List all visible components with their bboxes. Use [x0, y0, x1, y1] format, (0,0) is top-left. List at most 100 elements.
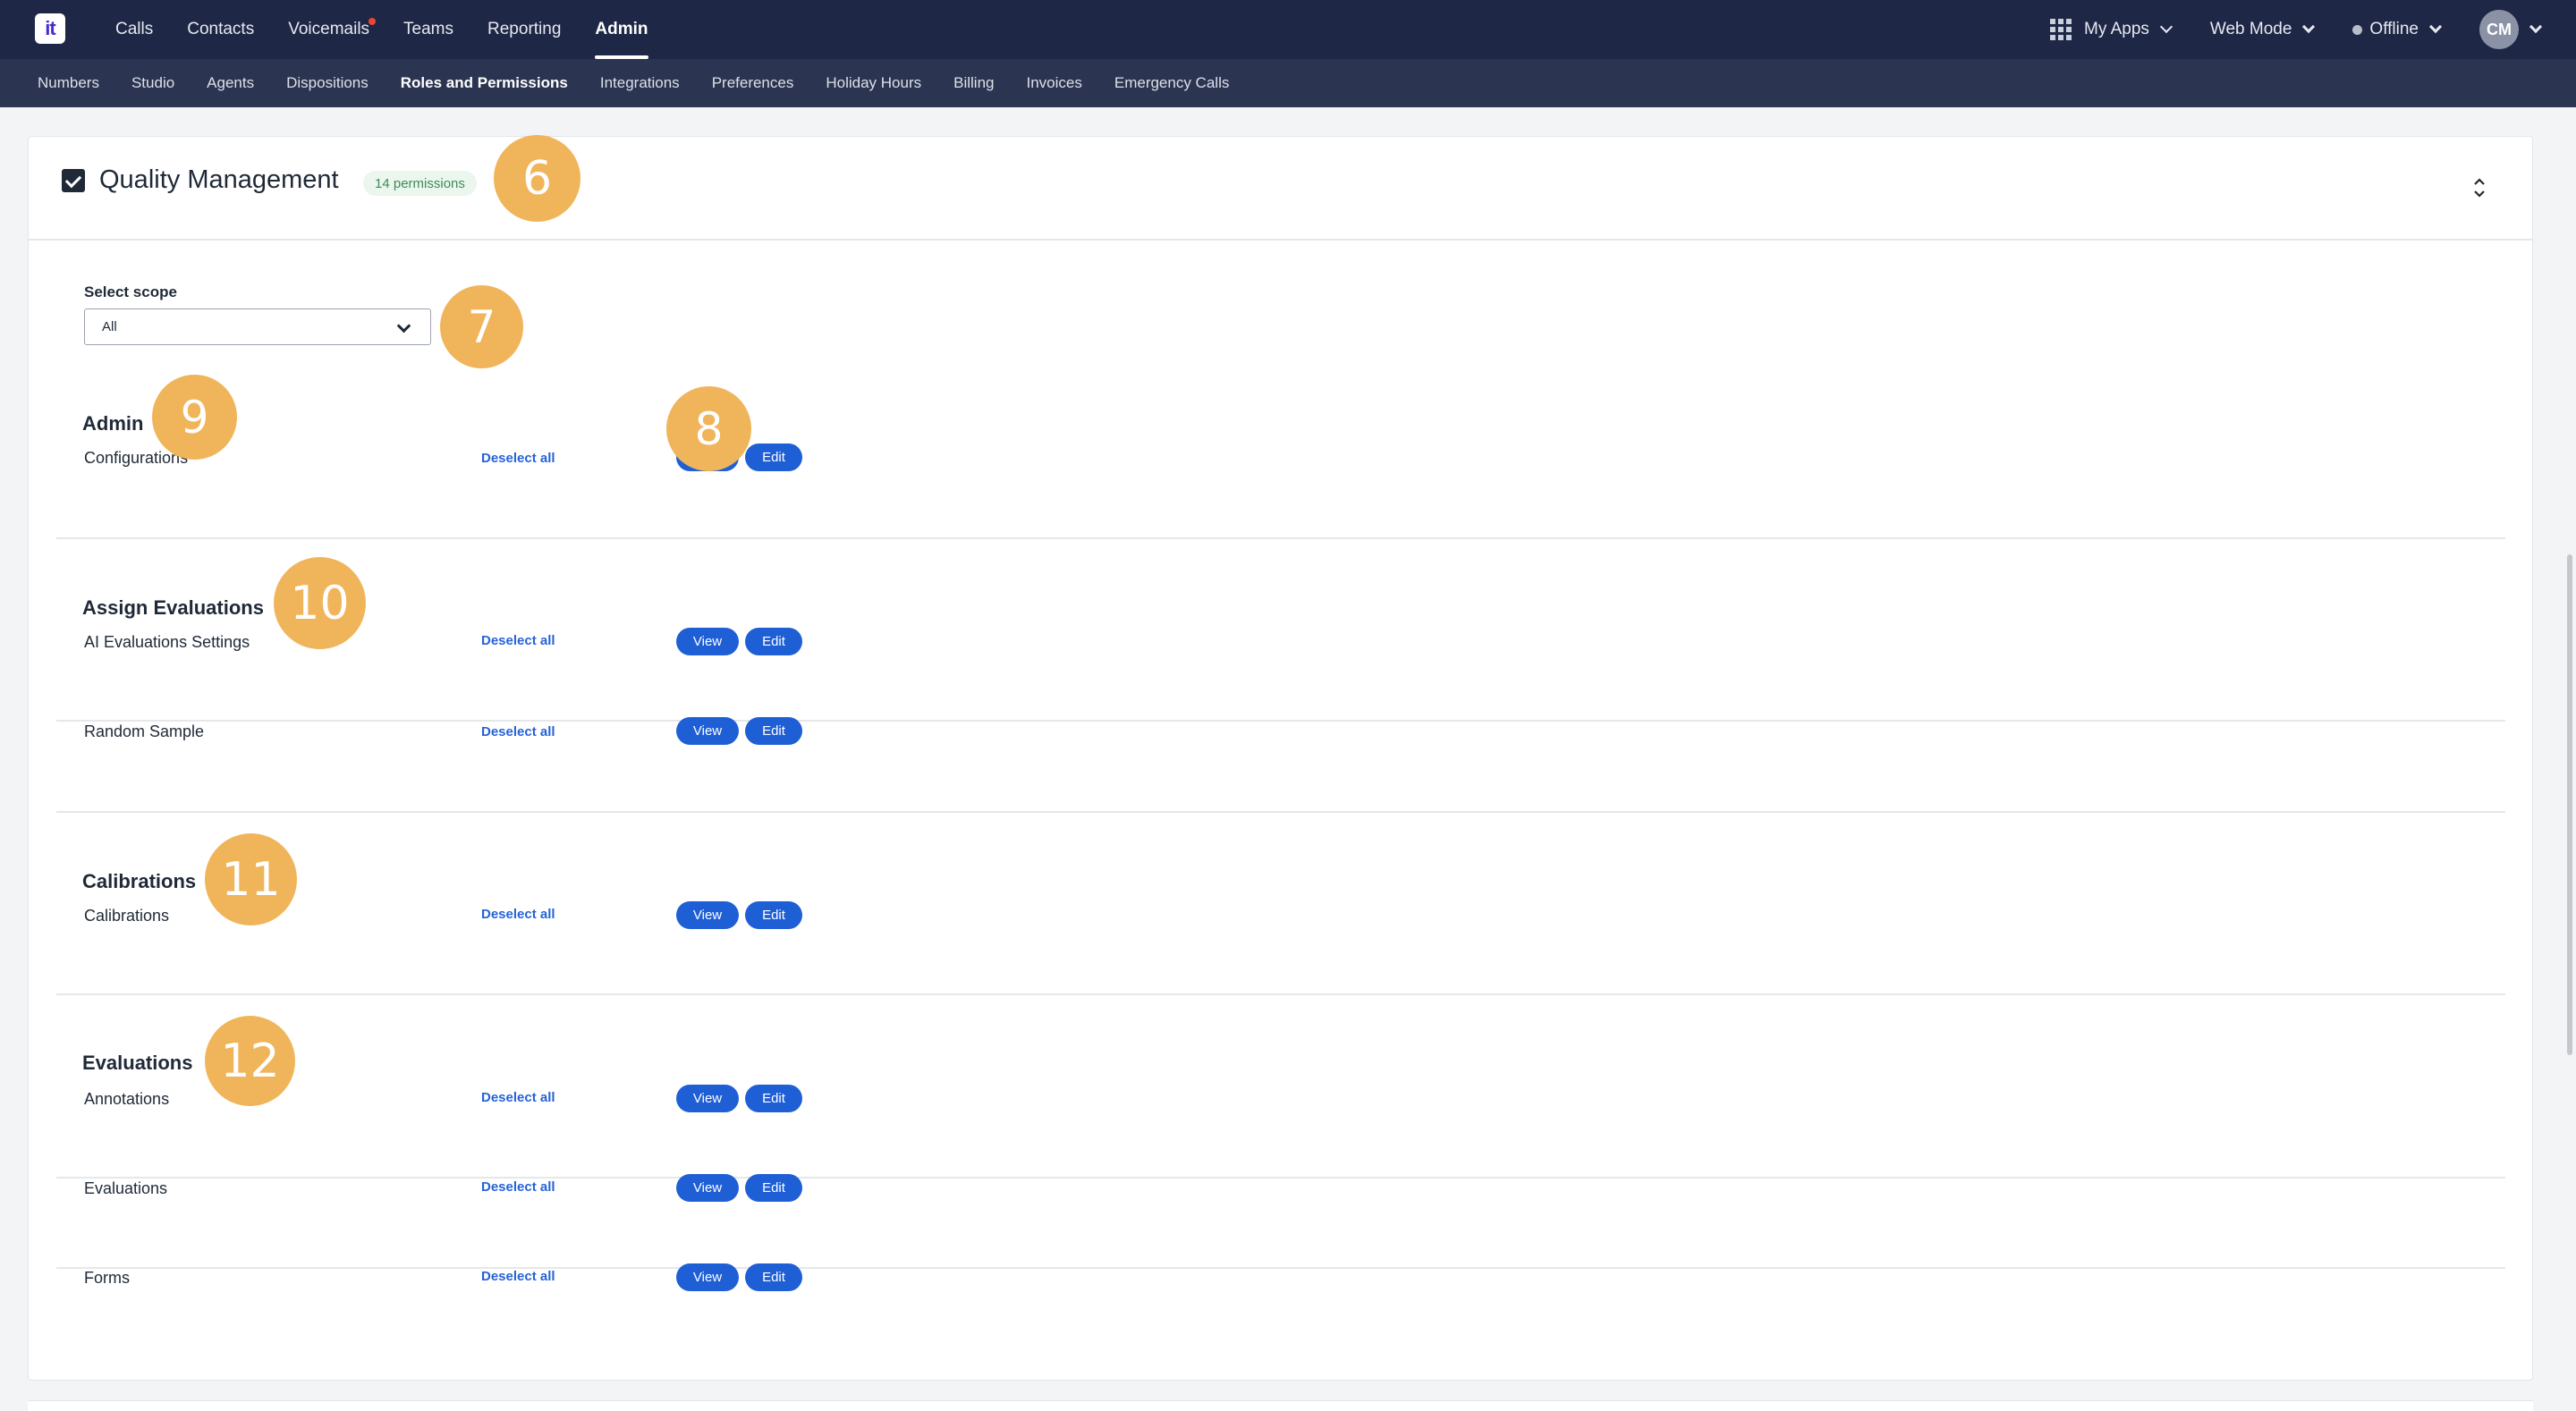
deselect-all-link[interactable]: Deselect all	[481, 633, 555, 648]
chevron-down-icon	[2428, 20, 2443, 34]
subnav-invoices[interactable]: Invoices	[1010, 74, 1097, 92]
admin-sub-nav: Numbers Studio Agents Dispositions Roles…	[0, 59, 2576, 107]
subnav-agents[interactable]: Agents	[191, 74, 270, 92]
callout-marker-9: 9	[152, 375, 237, 460]
nav-label: Admin	[595, 20, 648, 38]
card-title: Quality Management	[99, 165, 339, 194]
deselect-all-link[interactable]: Deselect all	[481, 907, 555, 922]
permission-label: Forms	[84, 1269, 130, 1287]
nav-teams[interactable]: Teams	[386, 0, 470, 59]
callout-marker-10: 10	[274, 557, 366, 649]
nav-voicemails[interactable]: Voicemails	[271, 0, 386, 59]
collapse-icon[interactable]	[2469, 174, 2490, 201]
edit-toggle-button[interactable]: Edit	[745, 1174, 802, 1202]
divider	[56, 993, 2505, 995]
deselect-all-link[interactable]: Deselect all	[481, 1090, 555, 1105]
edit-toggle-button[interactable]: Edit	[745, 717, 802, 745]
right-nav: My Apps Web Mode Offline CM	[2011, 0, 2543, 59]
web-mode-menu[interactable]: Web Mode	[2209, 20, 2316, 39]
section-title-assign-evaluations: Assign Evaluations	[82, 596, 264, 619]
permission-label: AI Evaluations Settings	[84, 633, 250, 651]
section-title-admin: Admin	[82, 412, 144, 435]
permission-row: Forms Deselect all View Edit	[56, 1263, 2505, 1358]
view-toggle-button[interactable]: View	[676, 628, 739, 655]
permission-row: Calibrations Deselect all View Edit	[56, 901, 2505, 996]
permission-label: Annotations	[84, 1090, 170, 1108]
divider	[56, 537, 2505, 539]
permission-row: Evaluations Deselect all View Edit	[56, 1174, 2505, 1269]
callout-marker-8: 8	[666, 386, 751, 471]
subnav-preferences[interactable]: Preferences	[696, 74, 810, 92]
nav-label: Voicemails	[288, 20, 370, 38]
status-menu[interactable]: Offline	[2352, 20, 2443, 39]
my-apps-menu[interactable]: My Apps	[2050, 19, 2173, 40]
nav-label: Contacts	[187, 20, 255, 38]
status-label: Offline	[2369, 20, 2419, 38]
nav-admin[interactable]: Admin	[578, 0, 665, 59]
deselect-all-link[interactable]: Deselect all	[481, 1269, 555, 1284]
chevron-down-icon	[396, 318, 411, 334]
divider	[56, 1177, 2505, 1179]
edit-toggle-button[interactable]: Edit	[745, 444, 802, 471]
subnav-emergency-calls[interactable]: Emergency Calls	[1098, 74, 1246, 92]
subnav-dispositions[interactable]: Dispositions	[270, 74, 385, 92]
subnav-roles-and-permissions[interactable]: Roles and Permissions	[385, 74, 584, 92]
subnav-holiday-hours[interactable]: Holiday Hours	[809, 74, 937, 92]
scope-select[interactable]: All	[84, 308, 431, 345]
view-toggle-button[interactable]: View	[676, 901, 739, 929]
subnav-studio[interactable]: Studio	[115, 74, 191, 92]
subnav-billing[interactable]: Billing	[937, 74, 1010, 92]
web-mode-label: Web Mode	[2209, 20, 2292, 38]
checkbox-checked-icon[interactable]	[62, 169, 85, 192]
edit-toggle-button[interactable]: Edit	[745, 628, 802, 655]
nav-contacts[interactable]: Contacts	[170, 0, 271, 59]
quality-management-card: Quality Management 14 permissions Select…	[28, 136, 2533, 1381]
view-toggle-button[interactable]: View	[676, 1174, 739, 1202]
callout-marker-7: 7	[440, 285, 523, 368]
callout-marker-11: 11	[205, 833, 297, 925]
user-menu[interactable]: CM	[2479, 10, 2543, 49]
section-title-calibrations: Calibrations	[82, 870, 197, 892]
status-dot-icon	[2352, 24, 2363, 35]
next-card-edge	[28, 1400, 2533, 1411]
main-nav: Calls Contacts Voicemails Teams Reportin…	[98, 0, 665, 59]
page-scrollbar[interactable]	[2563, 107, 2576, 1411]
edit-toggle-button[interactable]: Edit	[745, 1263, 802, 1291]
permission-row: Configurations Deselect all View Edit	[56, 444, 2505, 538]
edit-toggle-button[interactable]: Edit	[745, 901, 802, 929]
notification-dot	[369, 18, 377, 25]
nav-reporting[interactable]: Reporting	[470, 0, 578, 59]
scope-label: Select scope	[84, 283, 177, 300]
nav-label: Reporting	[487, 20, 562, 38]
nav-calls[interactable]: Calls	[98, 0, 170, 59]
view-toggle-button[interactable]: View	[676, 717, 739, 745]
top-navigation-bar: it Calls Contacts Voicemails Teams Repor…	[0, 0, 2576, 59]
chevron-down-icon	[2159, 20, 2173, 34]
deselect-all-link[interactable]: Deselect all	[481, 724, 555, 739]
logo-text: it	[45, 17, 55, 39]
avatar: CM	[2479, 10, 2519, 49]
permission-label: Calibrations	[84, 907, 170, 925]
chevron-down-icon	[2529, 20, 2543, 34]
permission-row: Annotations Deselect all View Edit	[56, 1085, 2505, 1179]
view-toggle-button[interactable]: View	[676, 1263, 739, 1291]
permissions-count-badge: 14 permissions	[363, 171, 477, 196]
subnav-integrations[interactable]: Integrations	[584, 74, 696, 92]
my-apps-label: My Apps	[2084, 20, 2149, 38]
subnav-numbers[interactable]: Numbers	[21, 74, 115, 92]
divider	[56, 811, 2505, 813]
card-header: Quality Management 14 permissions	[29, 137, 2532, 241]
deselect-all-link[interactable]: Deselect all	[481, 1179, 555, 1195]
app-logo[interactable]: it	[35, 13, 65, 44]
deselect-all-link[interactable]: Deselect all	[481, 451, 555, 466]
permission-row: Random Sample Deselect all View Edit	[56, 717, 2505, 812]
callout-marker-6: 6	[494, 135, 580, 222]
permission-label: Random Sample	[84, 722, 205, 740]
chevron-down-icon	[2302, 20, 2316, 34]
view-toggle-button[interactable]: View	[676, 1085, 739, 1112]
edit-toggle-button[interactable]: Edit	[745, 1085, 802, 1112]
divider	[56, 720, 2505, 722]
nav-label: Teams	[403, 20, 454, 38]
scrollbar-thumb[interactable]	[2567, 554, 2572, 1055]
nav-label: Calls	[115, 20, 154, 38]
